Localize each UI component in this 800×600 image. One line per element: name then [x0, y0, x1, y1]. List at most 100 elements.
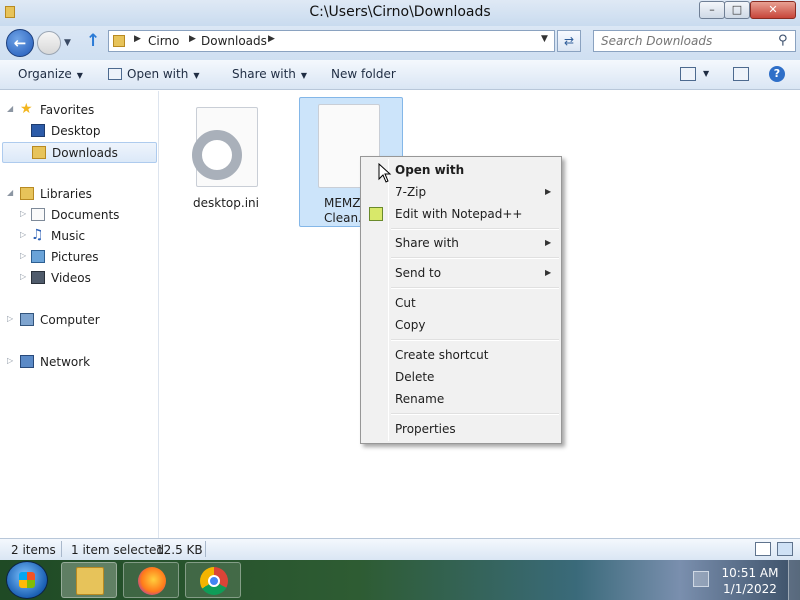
menu-label: Share with [395, 236, 459, 250]
nav-item-downloads[interactable]: Downloads [2, 142, 157, 163]
nav-item-network[interactable]: ▷ Network [0, 352, 159, 373]
expander-icon[interactable]: ▷ [20, 251, 26, 260]
menu-item-send-to[interactable]: Send to ▶ [363, 263, 559, 284]
up-arrow-icon[interactable]: ↑ [86, 31, 100, 51]
refresh-button[interactable]: ⇄ [557, 30, 581, 52]
menu-item-share-with[interactable]: Share with ▶ [363, 233, 559, 254]
nav-label-pictures: Pictures [51, 250, 99, 264]
breadcrumb-separator[interactable]: ▶ [189, 34, 196, 44]
help-icon[interactable]: ? [769, 66, 785, 82]
submenu-arrow-icon: ▶ [545, 268, 552, 277]
breadcrumb-cirno[interactable]: Cirno [148, 34, 179, 48]
search-input[interactable] [594, 31, 774, 51]
selection-count: 1 item selected [71, 543, 165, 557]
nav-label-network: Network [40, 355, 91, 369]
nav-item-documents[interactable]: ▷ Documents [0, 205, 159, 226]
menu-separator [391, 287, 559, 289]
star-icon: ★ [20, 101, 33, 117]
share-with-label: Share with [232, 67, 296, 81]
forward-button[interactable] [37, 31, 61, 55]
open-with-button[interactable]: Open with ▼ [108, 67, 199, 81]
menu-item-edit-notepad[interactable]: Edit with Notepad++ [363, 204, 559, 225]
desktop-icon [31, 124, 45, 137]
minimize-button[interactable]: – [699, 1, 725, 19]
menu-item-open-with[interactable]: Open with [363, 160, 559, 181]
large-icons-view-icon[interactable] [777, 542, 793, 556]
menu-item-cut[interactable]: Cut [363, 293, 559, 314]
share-with-button[interactable]: Share with ▼ [232, 67, 307, 81]
tray-network-icon[interactable] [693, 571, 709, 587]
clock-time: 10:51 AM [721, 566, 779, 580]
recent-pages-dropdown[interactable]: ▼ [64, 38, 71, 48]
nav-item-pictures[interactable]: ▷ Pictures [0, 247, 159, 268]
taskbar-firefox-button[interactable] [123, 562, 179, 598]
menu-label: Delete [395, 370, 435, 384]
expander-icon[interactable]: ▷ [20, 272, 26, 281]
expander-icon[interactable]: ◢ [7, 104, 13, 113]
close-button[interactable]: ✕ [750, 1, 796, 19]
nav-label-music: Music [51, 229, 86, 243]
menu-item-properties[interactable]: Properties [363, 419, 559, 440]
settings-gear-icon [192, 130, 242, 180]
open-with-icon [108, 68, 122, 80]
menu-label: 7-Zip [395, 185, 427, 199]
firefox-icon [138, 567, 166, 595]
navigation-bar: ← ▼ ↑ ▶ Cirno ▶ Downloads ▶ ▼ ⇄ ⚲ [0, 26, 800, 60]
new-folder-button[interactable]: New folder [331, 67, 396, 81]
window-title: C:\Users\Cirno\Downloads [309, 4, 491, 20]
expander-icon[interactable]: ▷ [20, 209, 26, 218]
details-view-icon[interactable] [755, 542, 771, 556]
menu-item-rename[interactable]: Rename [363, 389, 559, 410]
nav-label-desktop: Desktop [51, 124, 101, 138]
item-count: 2 items [11, 543, 56, 557]
breadcrumb-separator[interactable]: ▶ [134, 34, 141, 44]
start-button[interactable] [6, 561, 48, 599]
expander-icon[interactable]: ▷ [7, 356, 13, 365]
search-icon[interactable]: ⚲ [778, 33, 788, 48]
show-desktop-button[interactable] [788, 560, 800, 600]
view-options-caret-icon[interactable]: ▼ [703, 69, 709, 78]
maximize-button[interactable]: □ [724, 1, 750, 19]
menu-label: Open with [395, 163, 465, 177]
open-with-caret-icon: ▼ [193, 71, 200, 80]
menu-item-copy[interactable]: Copy [363, 315, 559, 336]
expander-icon[interactable]: ▷ [20, 230, 26, 239]
address-history-dropdown[interactable]: ▼ [541, 34, 548, 44]
change-view-icon[interactable] [680, 67, 696, 81]
nav-label-favorites: Favorites [40, 103, 95, 117]
chrome-icon [200, 567, 228, 595]
file-item-desktop-ini[interactable]: desktop.ini [174, 97, 278, 227]
new-folder-label: New folder [331, 67, 396, 81]
nav-item-favorites[interactable]: ◢ ★ Favorites [0, 100, 159, 121]
address-folder-icon [113, 35, 125, 47]
taskbar-chrome-button[interactable] [185, 562, 241, 598]
nav-item-computer[interactable]: ▷ Computer [0, 310, 159, 331]
downloads-folder-icon [32, 146, 46, 159]
context-menu: Open with 7-Zip ▶ Edit with Notepad++ Sh… [360, 156, 562, 444]
preview-pane-icon[interactable] [733, 67, 749, 81]
nav-item-music[interactable]: ▷ ♫ Music [0, 226, 159, 247]
videos-icon [31, 271, 45, 284]
nav-item-libraries[interactable]: ◢ Libraries [0, 184, 159, 205]
back-button[interactable]: ← [6, 29, 34, 57]
expander-icon[interactable]: ◢ [7, 188, 13, 197]
taskbar-explorer-button[interactable] [61, 562, 117, 598]
menu-item-create-shortcut[interactable]: Create shortcut [363, 345, 559, 366]
nav-item-videos[interactable]: ▷ Videos [0, 268, 159, 289]
address-bar[interactable]: ▶ Cirno ▶ Downloads ▶ ▼ [108, 30, 555, 52]
breadcrumb-separator[interactable]: ▶ [268, 34, 275, 44]
organize-caret-icon: ▼ [76, 71, 83, 80]
nav-label-downloads: Downloads [52, 146, 118, 160]
breadcrumb-downloads[interactable]: Downloads [201, 34, 267, 48]
menu-item-7zip[interactable]: 7-Zip ▶ [363, 182, 559, 203]
nav-label-computer: Computer [40, 313, 100, 327]
expander-icon[interactable]: ▷ [7, 314, 13, 323]
menu-item-delete[interactable]: Delete [363, 367, 559, 388]
nav-label-videos: Videos [51, 271, 91, 285]
taskbar-clock[interactable]: 10:51 AM 1/1/2022 [718, 565, 782, 597]
nav-item-desktop[interactable]: Desktop [0, 121, 159, 142]
menu-separator [391, 413, 559, 415]
menu-separator [391, 257, 559, 259]
organize-button[interactable]: Organize ▼ [18, 67, 83, 81]
search-box[interactable]: ⚲ [593, 30, 796, 52]
